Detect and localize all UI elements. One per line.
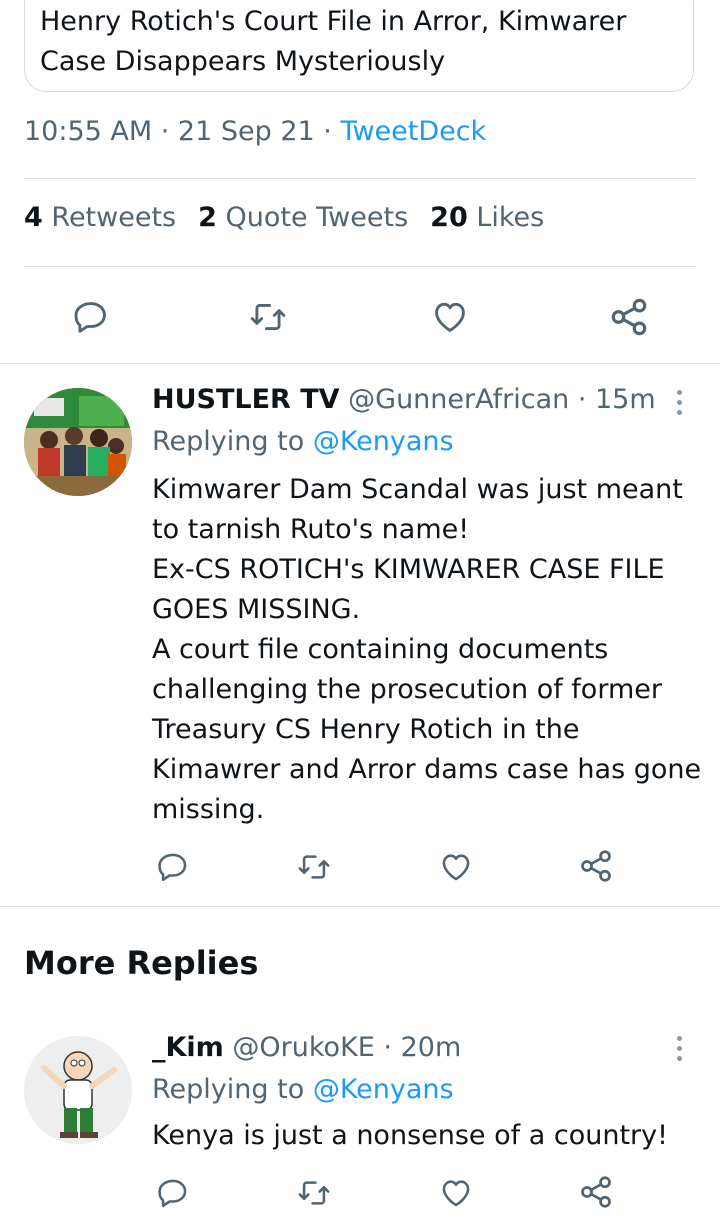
retweet-icon	[250, 304, 286, 330]
author-name[interactable]: HUSTLER TV	[152, 384, 340, 415]
replying-to-label: Replying to	[152, 426, 305, 457]
group-photo-avatar-image	[24, 388, 132, 496]
share-icon	[611, 298, 647, 336]
divider	[24, 266, 696, 267]
heart-icon	[435, 302, 465, 332]
share-button[interactable]	[608, 296, 650, 338]
replying-to: Replying to @Kenyans	[152, 426, 454, 457]
share-button[interactable]	[578, 1174, 614, 1210]
author-name[interactable]: _Kim	[152, 1032, 224, 1063]
reply-time[interactable]: 20m	[401, 1032, 462, 1063]
speech-bubble-icon	[158, 853, 187, 882]
share-icon	[581, 1176, 611, 1208]
reply-text: Kimwarer Dam Scandal was just meant to t…	[152, 474, 702, 825]
retweets-label: Retweets	[51, 202, 177, 233]
likes-stat[interactable]: 20 Likes	[430, 202, 544, 233]
avatar[interactable]	[24, 1036, 132, 1144]
quotes-label: Quote Tweets	[225, 202, 409, 233]
divider	[0, 363, 720, 364]
vertical-dots-icon	[674, 390, 684, 415]
avatar[interactable]	[24, 388, 132, 496]
tweet-source-link[interactable]: TweetDeck	[340, 116, 486, 147]
author-handle[interactable]: @GunnerAfrican	[348, 384, 569, 415]
header-separator: ·	[569, 384, 595, 415]
header-separator: ·	[374, 1032, 401, 1063]
likes-count: 20	[430, 202, 468, 233]
reply-text: Kenya is just a nonsense of a country!	[152, 1120, 668, 1151]
reply-button[interactable]	[156, 850, 190, 884]
heart-icon	[442, 854, 470, 881]
speech-bubble-icon	[74, 302, 106, 333]
retweet-icon	[298, 855, 330, 879]
more-options-button[interactable]	[674, 1036, 684, 1066]
reply-header: _Kim @OrukoKE · 20m	[152, 1032, 461, 1063]
like-button[interactable]	[438, 1176, 474, 1210]
tweet-time: 10:55 AM	[24, 116, 153, 147]
tweet-date: 21 Sep 21	[177, 116, 315, 147]
share-button[interactable]	[578, 848, 614, 884]
quotes-count: 2	[198, 202, 217, 233]
reply-header: HUSTLER TV @GunnerAfrican · 15m	[152, 384, 656, 415]
mention-link[interactable]: @Kenyans	[313, 1074, 454, 1105]
replying-to: Replying to @Kenyans	[152, 1074, 454, 1105]
mention-link[interactable]: @Kenyans	[313, 426, 454, 457]
share-icon	[581, 850, 611, 882]
heart-icon	[442, 1180, 470, 1207]
vertical-dots-icon	[674, 1036, 684, 1061]
reply-button[interactable]	[156, 1176, 190, 1210]
speech-bubble-icon	[158, 1179, 187, 1208]
like-button[interactable]	[430, 298, 470, 336]
divider	[0, 906, 720, 907]
quoted-card-title[interactable]: Henry Rotich's Court File in Arror, Kimw…	[40, 2, 680, 82]
meta-separator: ·	[314, 116, 341, 147]
retweets-count: 4	[24, 202, 43, 233]
retweet-button[interactable]	[296, 850, 332, 884]
more-options-button[interactable]	[674, 390, 684, 420]
likes-label: Likes	[476, 202, 545, 233]
tweet-meta: 10:55 AM · 21 Sep 21 · TweetDeck	[24, 116, 486, 147]
retweet-icon	[298, 1181, 330, 1205]
more-replies-heading: More Replies	[24, 944, 259, 982]
author-handle[interactable]: @OrukoKE	[232, 1032, 374, 1063]
retweets-stat[interactable]: 4 Retweets	[24, 202, 176, 233]
reply-time[interactable]: 15m	[595, 384, 656, 415]
reply-button[interactable]	[72, 298, 110, 336]
divider	[24, 178, 696, 179]
replying-to-label: Replying to	[152, 1074, 305, 1105]
quote-tweets-stat[interactable]: 2 Quote Tweets	[198, 202, 408, 233]
meta-separator: ·	[152, 116, 178, 147]
retweet-button[interactable]	[248, 298, 288, 336]
tweet-stats: 4 Retweets 2 Quote Tweets 20 Likes	[24, 202, 544, 233]
like-button[interactable]	[438, 850, 474, 884]
cartoon-character-avatar-image	[24, 1036, 132, 1144]
retweet-button[interactable]	[296, 1176, 332, 1210]
